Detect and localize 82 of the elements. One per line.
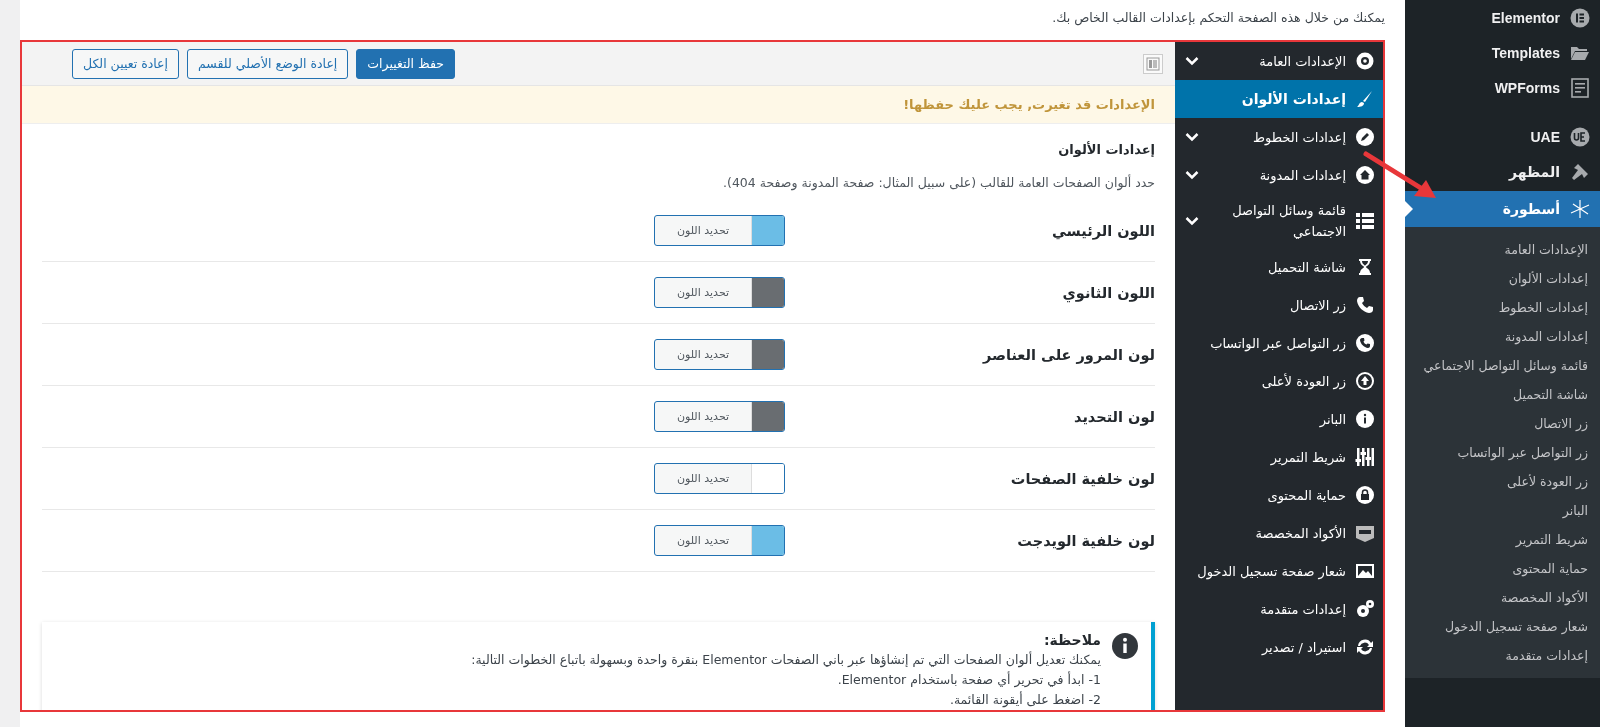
note-text: يمكنك تعديل ألوان الصفحات التي تم إنشاؤها عبر باني الصفحات Elementor بنقرة واحدة وبسهولة باتباع الخطوات التالية: xyxy=(471,650,1101,670)
color-picker-button[interactable]: تحديد اللون xyxy=(654,463,785,494)
admin-menu-item[interactable]: Templates xyxy=(1405,35,1600,70)
setting-label: لون خلفية الويدجت xyxy=(1016,532,1155,549)
layout-toggle-button[interactable] xyxy=(1143,53,1163,74)
phone-icon xyxy=(1355,295,1375,315)
options-menu-item[interactable]: زر العودة لأعلى xyxy=(1175,362,1383,400)
form-icon xyxy=(1570,77,1590,98)
up-arrow-icon xyxy=(1355,371,1375,391)
admin-submenu-item[interactable]: شعار صفحة تسجيل الدخول xyxy=(1405,612,1600,641)
options-menu-item[interactable]: البانر xyxy=(1175,400,1383,438)
admin-submenu-item[interactable]: الأكواد المخصصة xyxy=(1405,583,1600,612)
admin-submenu-item[interactable]: زر الاتصال xyxy=(1405,409,1600,438)
phone-bubble-icon xyxy=(1355,333,1375,353)
admin-submenu-item[interactable]: إعدادات متقدمة xyxy=(1405,641,1600,670)
options-menu-item[interactable]: إعدادات الخطوط xyxy=(1175,118,1383,156)
admin-submenu-item[interactable]: شريط التمرير xyxy=(1405,525,1600,554)
info-icon xyxy=(1111,632,1139,660)
setting-label: اللون الرئيسي xyxy=(1050,222,1155,239)
sliders-icon xyxy=(1355,447,1375,467)
unsaved-notice: الإعدادات قد تغيرت, يجب عليك حفظها! xyxy=(22,86,1175,124)
admin-menu-item[interactable]: أسطورة xyxy=(1405,191,1600,227)
color-picker-button[interactable]: تحديد اللون xyxy=(654,401,785,432)
setting-label: لون التحديد xyxy=(1073,408,1155,425)
gears-icon xyxy=(1355,599,1375,619)
section-title: إعدادات الألوان xyxy=(1057,142,1155,157)
save-button[interactable]: حفظ التغييرات xyxy=(356,48,455,79)
admin-submenu-item[interactable]: إعدادات الخطوط xyxy=(1405,293,1600,322)
ue-badge-icon xyxy=(1570,126,1590,147)
admin-menu-item[interactable]: Elementor xyxy=(1405,0,1600,35)
options-menu-item[interactable]: استيراد / تصدير xyxy=(1175,628,1383,666)
lock-icon xyxy=(1355,485,1375,505)
admin-submenu-item[interactable]: إعدادات المدونة xyxy=(1405,322,1600,351)
color-picker-button[interactable]: تحديد اللون xyxy=(654,339,785,370)
options-menu-item[interactable]: إعدادات الألوان xyxy=(1175,80,1383,118)
home-icon xyxy=(1355,165,1375,185)
options-menu-item[interactable]: حماية المحتوى xyxy=(1175,476,1383,514)
admin-submenu-item[interactable]: البانر xyxy=(1405,496,1600,525)
options-menu-item[interactable]: شعار صفحة تسجيل الدخول xyxy=(1175,552,1383,590)
reset-button[interactable]: إعادة الوضع الأصلي للقسم xyxy=(187,48,349,79)
note-text: 1- ابدأ في تحرير أي صفحة باستخدام Elementor. xyxy=(836,670,1101,690)
admin-submenu-item[interactable]: زر التواصل عبر الواتساب xyxy=(1405,438,1600,467)
options-menu-item[interactable]: زر الاتصال xyxy=(1175,286,1383,324)
admin-submenu-item[interactable]: الإعدادات العامة xyxy=(1405,235,1600,264)
brush-icon xyxy=(1570,161,1590,182)
page-intro: يمكنك من خلال هذه الصفحة التحكم بإعدادات القالب الخاص بك. xyxy=(1052,9,1385,25)
admin-submenu-item[interactable]: إعدادات الألوان xyxy=(1405,264,1600,293)
star-icon xyxy=(1570,199,1590,219)
options-menu-item[interactable]: شريط التمرير xyxy=(1175,438,1383,476)
color-picker-button[interactable]: تحديد اللون xyxy=(654,277,785,308)
setting-label: لون خلفية الصفحات xyxy=(1009,470,1155,487)
options-menu-item[interactable]: إعدادات متقدمة xyxy=(1175,590,1383,628)
options-menu-item[interactable]: قائمة وسائل التواصل الاجتماعي xyxy=(1175,194,1383,248)
setting-label: اللون الثانوي xyxy=(1061,284,1155,301)
color-picker-button[interactable]: تحديد اللون xyxy=(654,215,785,246)
refresh-icon xyxy=(1355,637,1375,657)
admin-submenu-item[interactable]: قائمة وسائل التواصل الاجتماعي xyxy=(1405,351,1600,380)
options-menu-item[interactable]: إعدادات المدونة xyxy=(1175,156,1383,194)
note-title: ملاحظة: xyxy=(1042,632,1101,648)
admin-menu-item[interactable]: WPForms xyxy=(1405,70,1600,105)
e-badge-icon xyxy=(1570,7,1590,28)
layout-icon xyxy=(1146,56,1160,71)
admin-menu-item[interactable]: UAE xyxy=(1405,119,1600,154)
options-menu-item[interactable]: شاشة التحميل xyxy=(1175,248,1383,286)
admin-submenu-item[interactable]: زر العودة لأعلى xyxy=(1405,467,1600,496)
admin-submenu-item[interactable]: حماية المحتوى xyxy=(1405,554,1600,583)
pencil-icon xyxy=(1355,127,1375,147)
image-icon xyxy=(1355,561,1375,581)
options-menu-item[interactable]: الأكواد المخصصة xyxy=(1175,514,1383,552)
options-menu-item[interactable]: زر التواصل عبر الواتساب xyxy=(1175,324,1383,362)
list-icon xyxy=(1355,211,1375,231)
section-description: حدد ألوان الصفحات العامة للقالب (على سبيل المثال: صفحة المدونة وصفحة 404). xyxy=(722,175,1155,190)
gear-icon xyxy=(1355,51,1375,71)
options-menu-item[interactable]: الإعدادات العامة xyxy=(1175,42,1383,80)
setting-label: لون المرور على العناصر xyxy=(981,346,1155,363)
reset-button[interactable]: إعادة تعيين الكل xyxy=(72,48,180,79)
css-file-icon xyxy=(1355,523,1375,543)
admin-submenu-item[interactable]: شاشة التحميل xyxy=(1405,380,1600,409)
note-text: 2- اضغط على أيقونة القائمة. xyxy=(948,690,1101,710)
color-picker-button[interactable]: تحديد اللون xyxy=(654,525,785,556)
admin-menu-item[interactable]: المظهر xyxy=(1405,154,1600,189)
info-icon xyxy=(1355,409,1375,429)
